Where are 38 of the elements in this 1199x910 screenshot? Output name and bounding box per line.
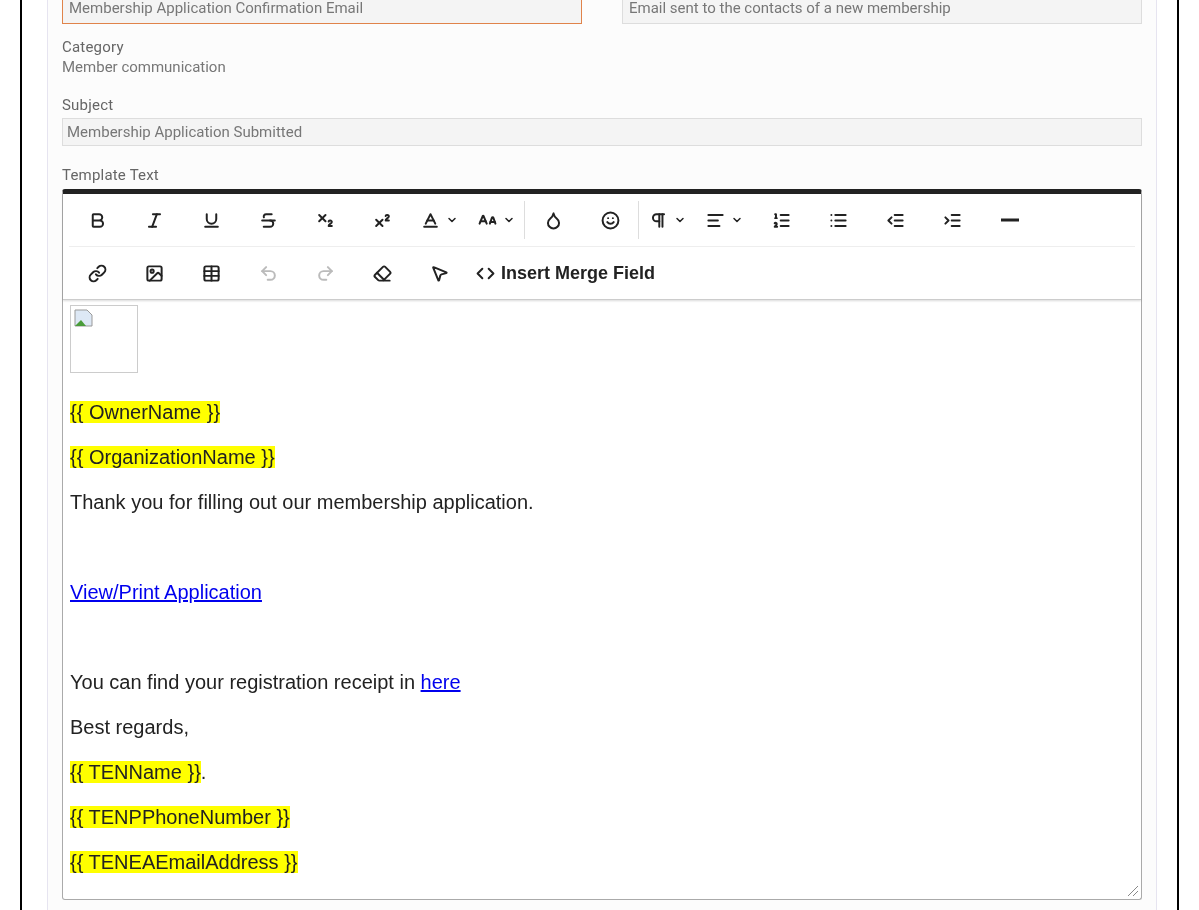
numbered-list-icon <box>772 210 791 230</box>
text-field[interactable]: Email sent to the contacts of a new membership <box>622 0 1142 24</box>
body-text: Thank you for filling out our membership application. <box>70 491 534 513</box>
undo-icon <box>259 263 278 283</box>
merge-field: {{ TENName }} <box>70 761 201 783</box>
droplet-icon <box>544 210 563 230</box>
smiley-icon <box>600 210 620 230</box>
link-icon <box>88 263 107 283</box>
font-color-icon <box>421 210 440 230</box>
underline-icon <box>202 210 221 230</box>
table-icon <box>202 263 221 283</box>
merge-field: {{ TENPPhoneNumber }} <box>70 806 290 828</box>
redo-icon <box>316 263 335 283</box>
image-icon <box>145 263 164 283</box>
merge-field: {{ TENEAEmailAddress }} <box>70 851 298 873</box>
eraser-icon <box>373 263 392 283</box>
rich-text-editor[interactable] <box>62 189 1142 900</box>
strikethrough-icon <box>259 210 278 230</box>
field-label: Template Text <box>62 166 160 184</box>
broken-image-icon <box>74 309 94 327</box>
text-field[interactable]: Membership Application Confirmation Email <box>62 0 582 24</box>
merge-field: {{ OwnerName }} <box>70 401 221 423</box>
pointer-icon <box>430 263 449 283</box>
subject-field[interactable]: Membership Application Submitted <box>62 118 1142 146</box>
italic-icon <box>145 210 164 230</box>
field-label: Subject <box>62 96 115 114</box>
link[interactable]: here <box>420 671 461 693</box>
merge-field: {{ OrganizationName }} <box>70 446 275 468</box>
body-text: Best regards, <box>70 716 189 738</box>
field-value: Member communication <box>62 58 227 76</box>
field-label: Category <box>62 38 125 56</box>
body-text: You can find your registration receipt in <box>70 671 417 693</box>
resize-grip-icon[interactable] <box>1125 883 1139 897</box>
link[interactable]: View/Print Application <box>70 581 262 603</box>
insert-merge-field-button[interactable]: Insert Merge Field <box>468 254 664 292</box>
minus-icon <box>1000 218 1019 222</box>
pilcrow-icon <box>649 210 668 230</box>
body-text: . <box>200 761 207 783</box>
